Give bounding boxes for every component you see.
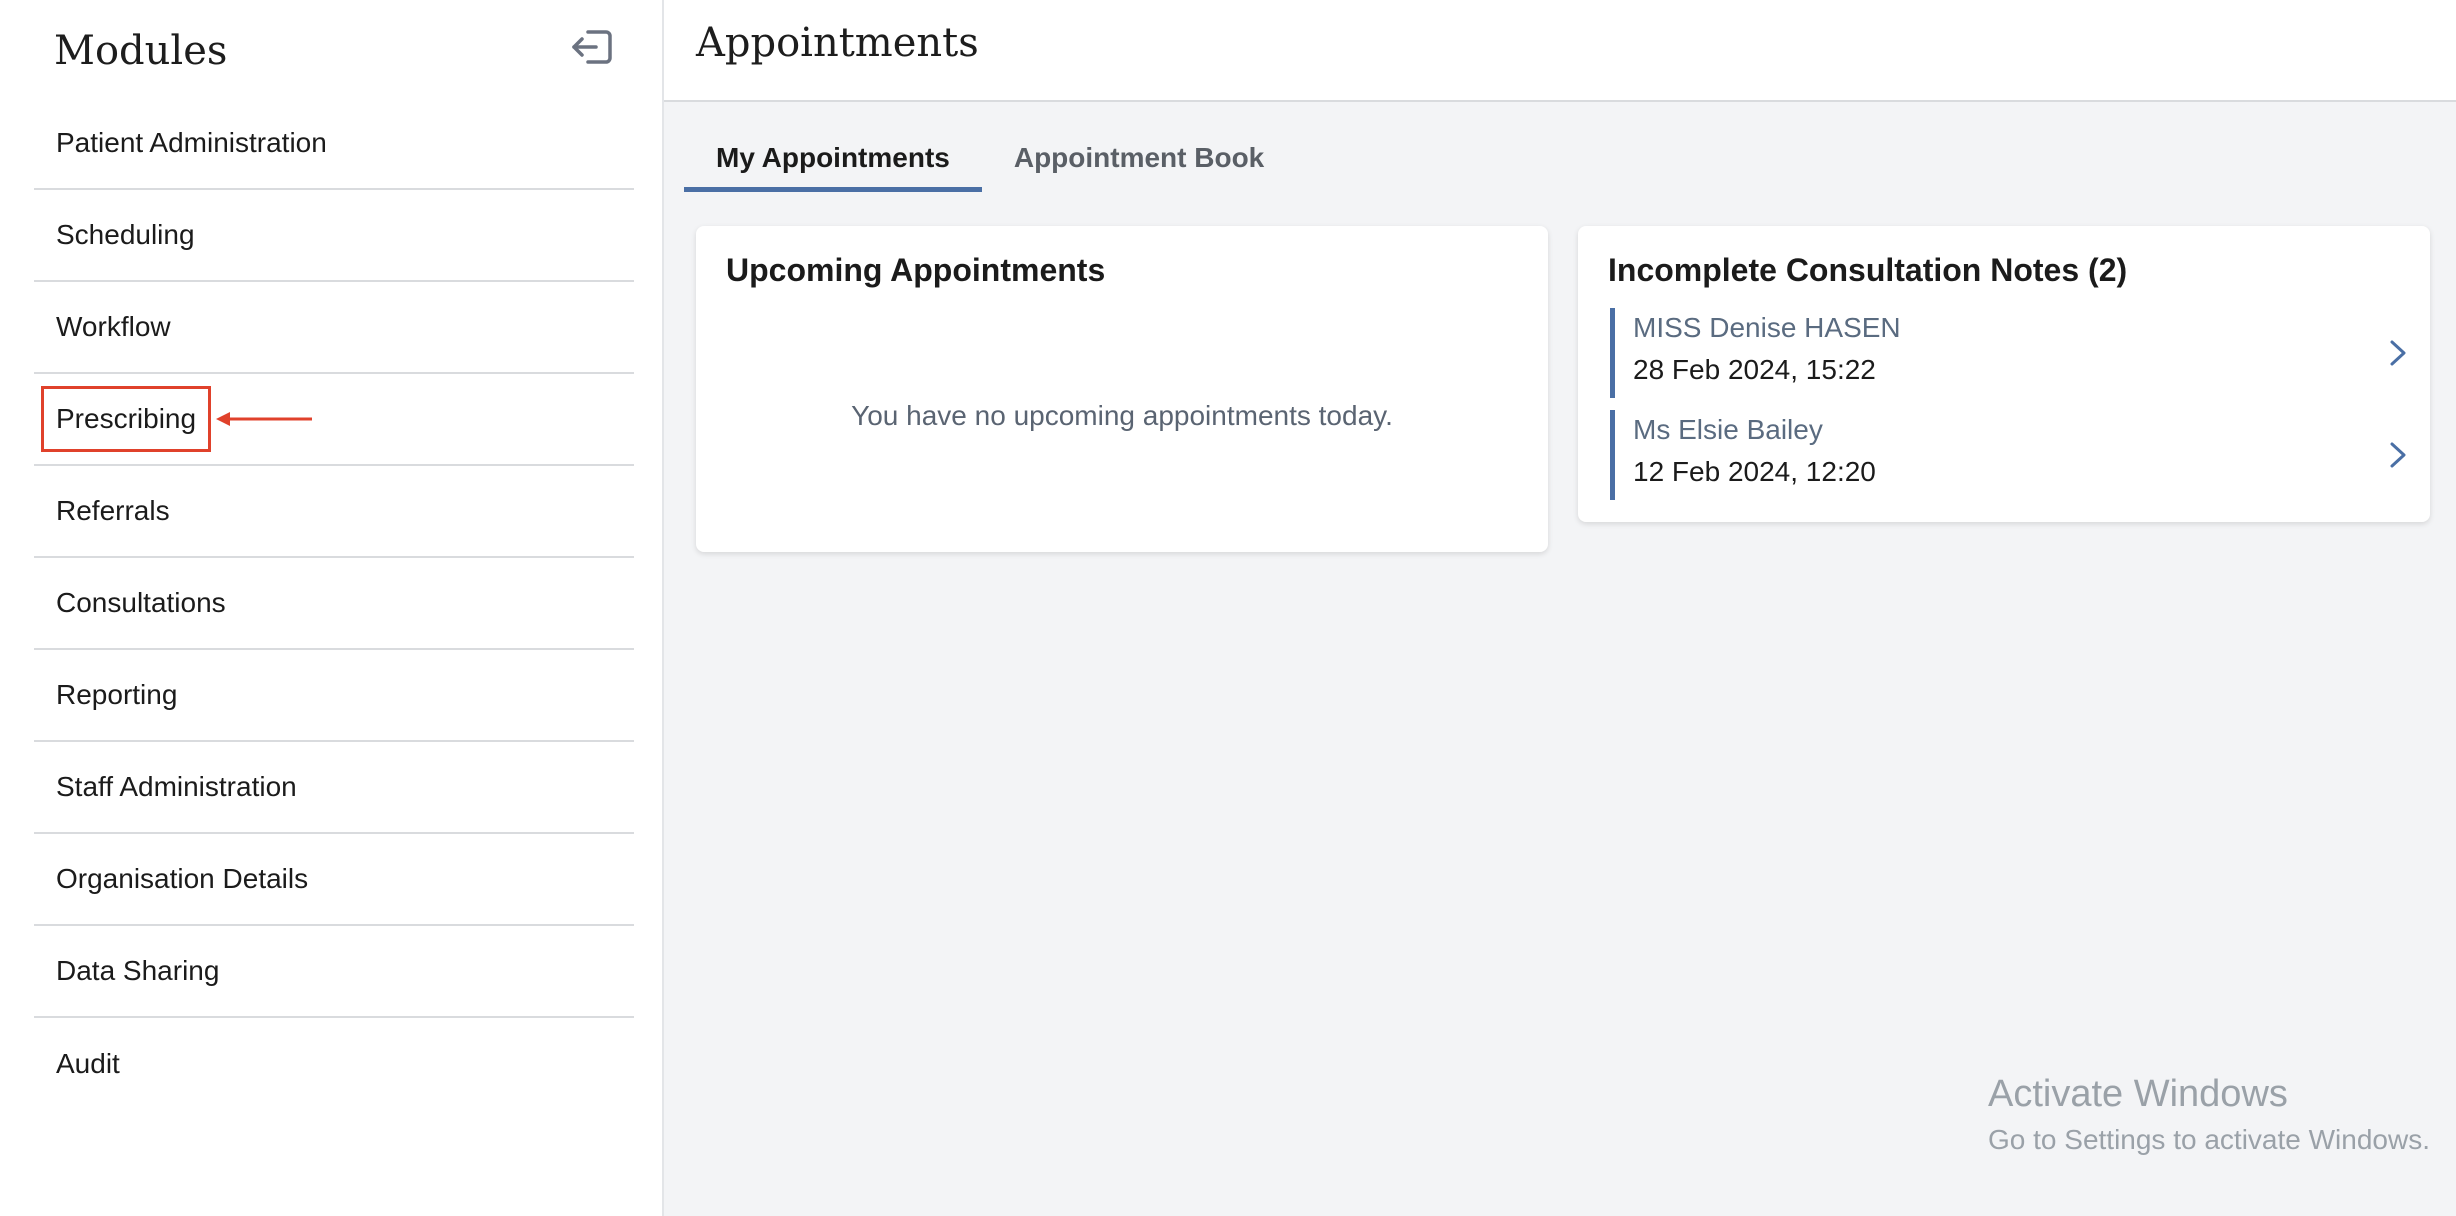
consultation-date: 28 Feb 2024, 15:22 <box>1633 354 1876 385</box>
main-content: Appointments My Appointments Appointment… <box>664 0 2456 1216</box>
sidebar-item-audit[interactable]: Audit <box>34 1018 634 1110</box>
sidebar-item-consultations[interactable]: Consultations <box>34 558 634 650</box>
list-item[interactable]: Ms Elsie Bailey 12 Feb 2024, 12:20 <box>1610 410 2410 500</box>
list-item[interactable]: MISS Denise HASEN 28 Feb 2024, 15:22 <box>1610 308 2410 398</box>
sidebar-item-referrals[interactable]: Referrals <box>34 466 634 558</box>
chevron-right-icon[interactable] <box>2386 338 2410 368</box>
sidebar-item-prescribing[interactable]: Prescribing <box>34 374 634 466</box>
incomplete-notes-list: MISS Denise HASEN 28 Feb 2024, 15:22 Ms … <box>1610 308 2410 512</box>
patient-name: MISS Denise HASEN <box>1633 312 1901 343</box>
watermark-title: Activate Windows <box>1988 1073 2288 1115</box>
page-title: Appointments <box>696 20 979 66</box>
upcoming-appointments-card: Upcoming Appointments You have no upcomi… <box>696 226 1548 552</box>
sidebar-item-organisation-details[interactable]: Organisation Details <box>34 834 634 926</box>
incomplete-notes-title: Incomplete Consultation Notes (2) <box>1608 252 2128 288</box>
sidebar-item-label: Reporting <box>56 679 178 710</box>
empty-state-message: You have no upcoming appointments today. <box>851 400 1393 431</box>
tab-appointment-book[interactable]: Appointment Book <box>982 128 1296 192</box>
sidebar-item-label: Organisation Details <box>56 863 309 894</box>
sidebar-item-label: Prescribing <box>40 386 212 452</box>
sidebar-item-label: Data Sharing <box>56 955 220 986</box>
sidebar-item-staff-administration[interactable]: Staff Administration <box>34 742 634 834</box>
incomplete-notes-card: Incomplete Consultation Notes (2) MISS D… <box>1578 226 2430 522</box>
consultation-date: 12 Feb 2024, 12:20 <box>1633 456 1876 487</box>
sidebar-item-label: Referrals <box>56 495 170 526</box>
sign-out-arrow-icon <box>572 30 612 64</box>
chevron-right-icon[interactable] <box>2386 440 2410 470</box>
collapse-sidebar-button[interactable] <box>568 26 616 68</box>
activate-windows-watermark: Activate Windows Go to Settings to activ… <box>1988 1070 2430 1162</box>
module-list: Patient Administration Scheduling Workfl… <box>34 98 634 1110</box>
modules-sidebar: Modules Patient Administration Schedulin… <box>0 0 664 1216</box>
sidebar-item-label: Audit <box>56 1048 120 1079</box>
sidebar-item-label: Workflow <box>56 311 171 342</box>
sidebar-item-reporting[interactable]: Reporting <box>34 650 634 742</box>
sidebar-item-scheduling[interactable]: Scheduling <box>34 190 634 282</box>
watermark-subtitle: Go to Settings to activate Windows. <box>1988 1124 2430 1155</box>
sidebar-item-label: Patient Administration <box>56 127 327 158</box>
sidebar-item-label: Scheduling <box>56 219 195 250</box>
sidebar-item-workflow[interactable]: Workflow <box>34 282 634 374</box>
sidebar-item-label: Staff Administration <box>56 771 297 802</box>
sidebar-item-patient-administration[interactable]: Patient Administration <box>34 98 634 190</box>
patient-name: Ms Elsie Bailey <box>1633 414 1823 445</box>
upcoming-appointments-title: Upcoming Appointments <box>726 252 1106 288</box>
sidebar-item-label: Consultations <box>56 587 226 618</box>
page-header: Appointments <box>664 0 2456 102</box>
sidebar-item-data-sharing[interactable]: Data Sharing <box>34 926 634 1018</box>
sidebar-title: Modules <box>54 28 228 74</box>
tab-my-appointments[interactable]: My Appointments <box>684 128 982 192</box>
annotation-arrow-icon <box>216 412 312 426</box>
appointment-tabs: My Appointments Appointment Book <box>684 128 1296 192</box>
